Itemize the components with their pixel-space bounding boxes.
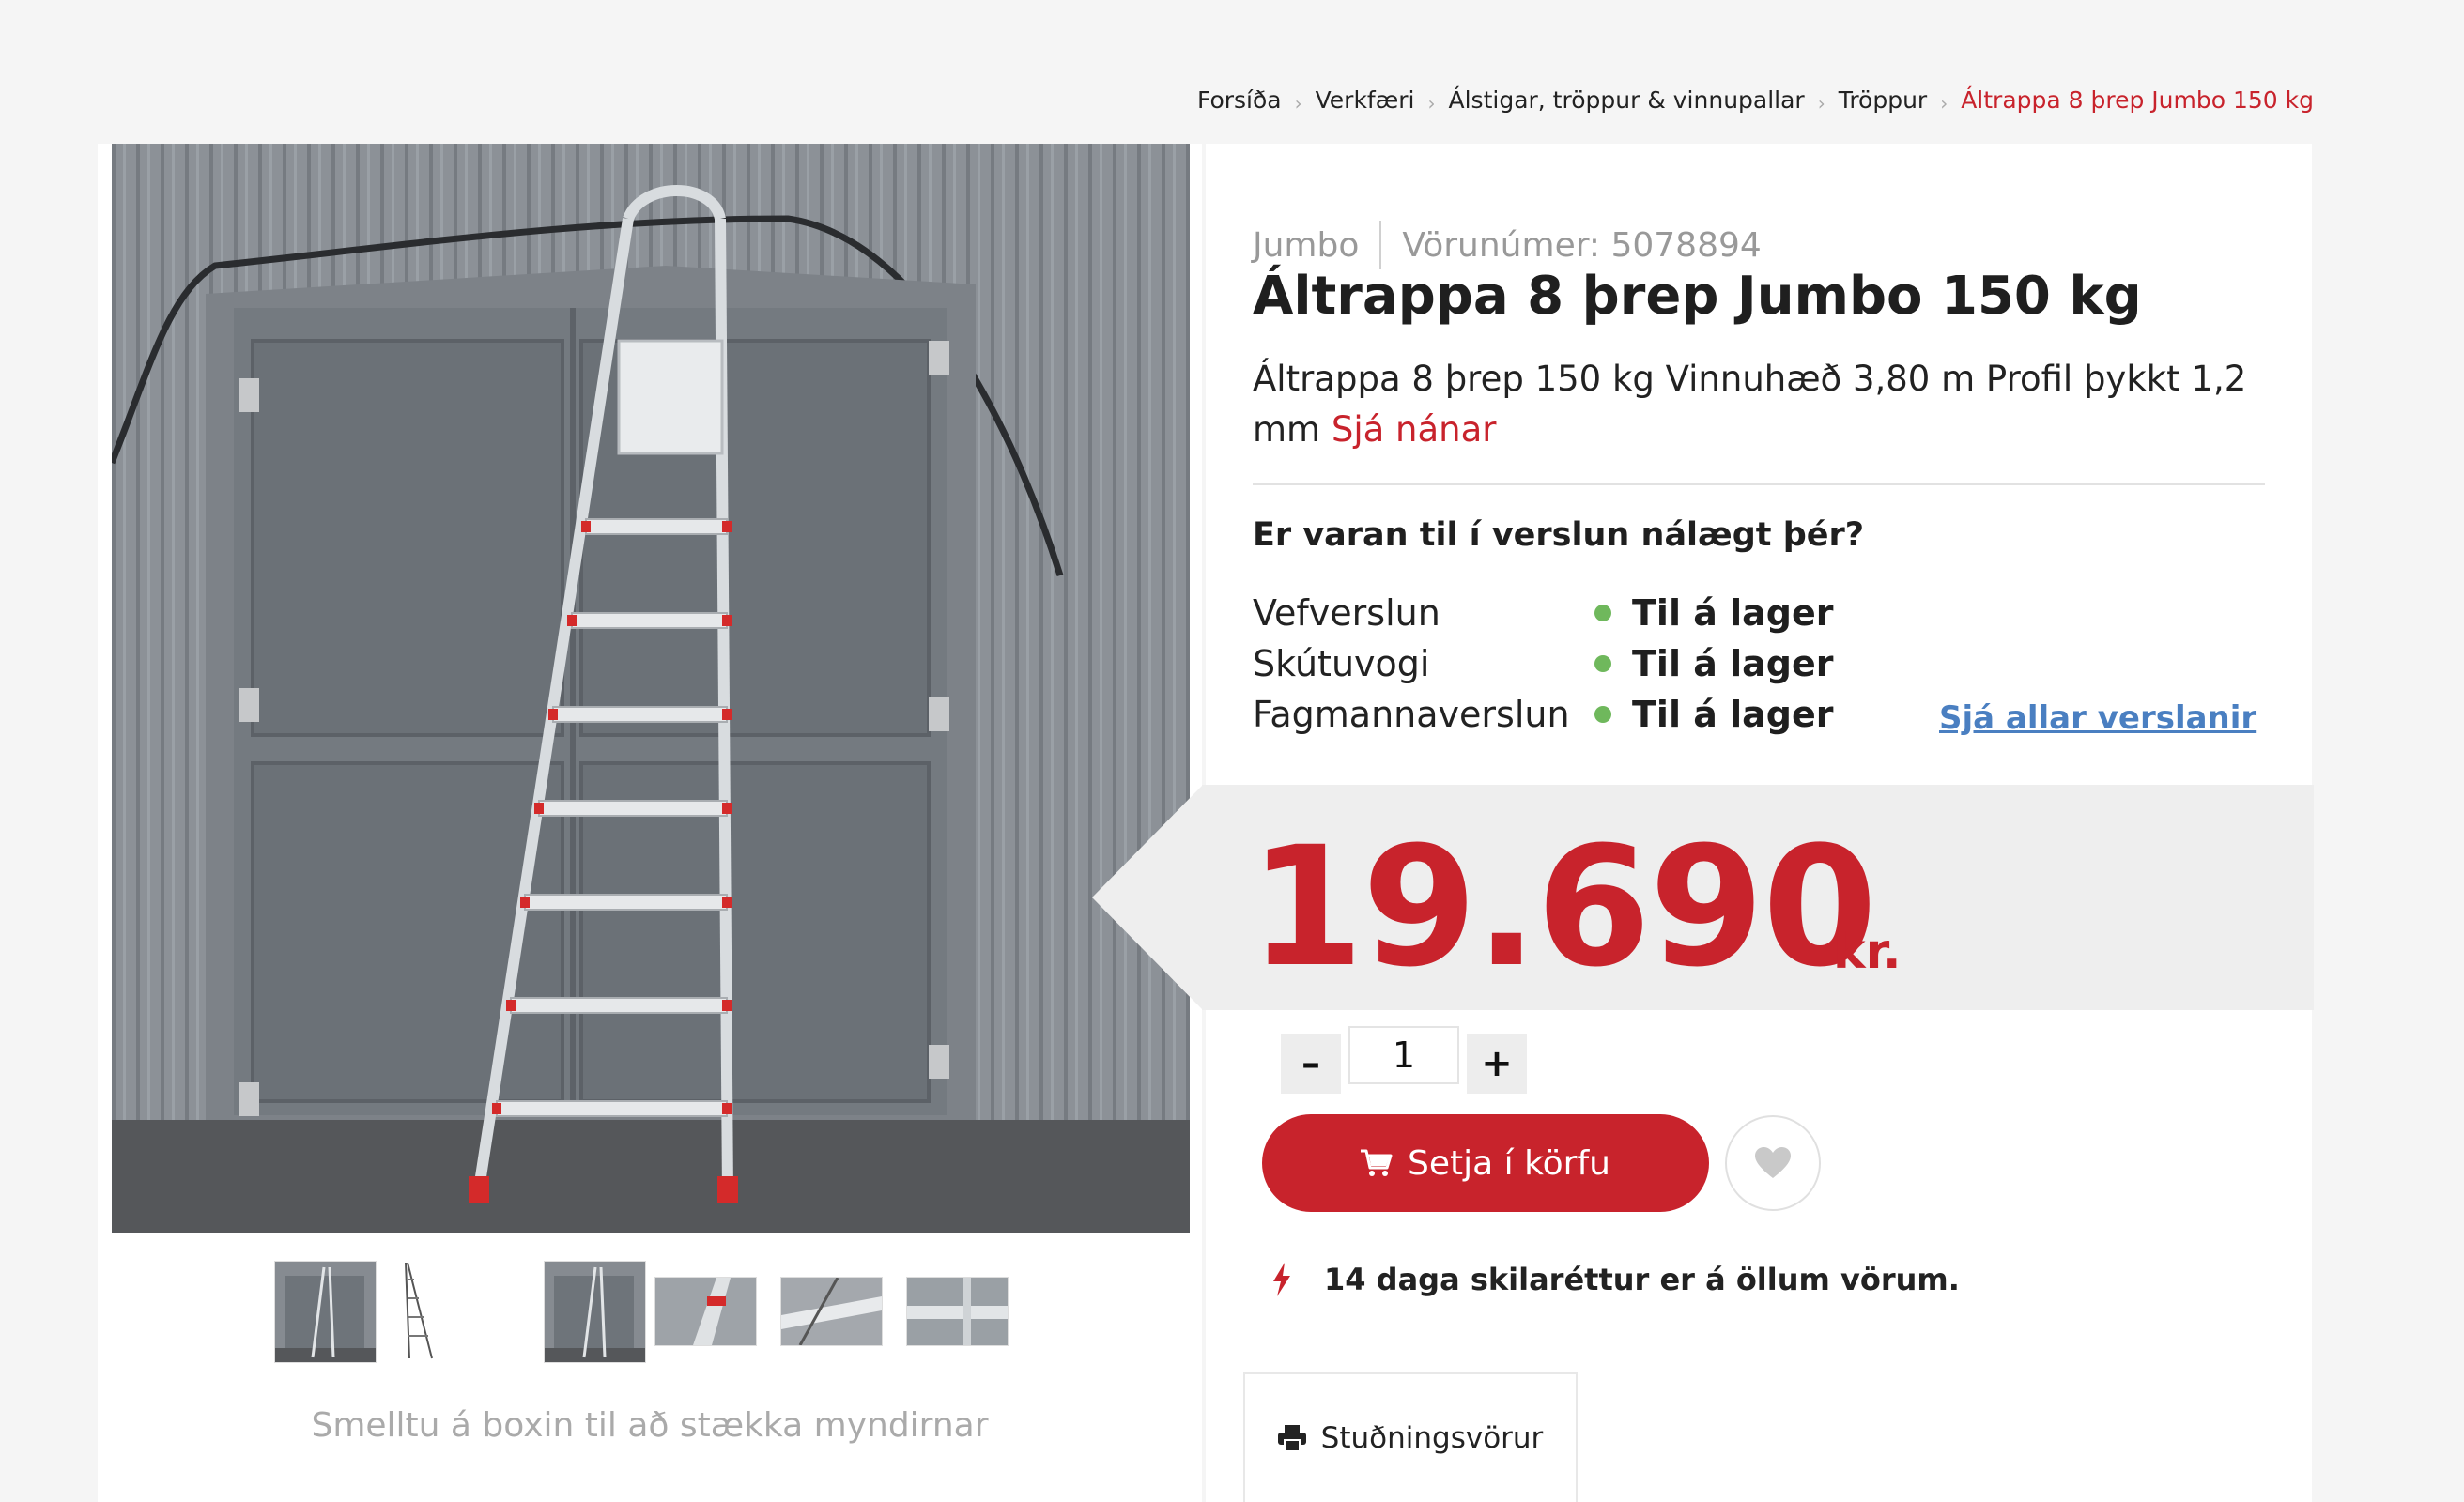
see-more-link[interactable]: Sjá nánar	[1332, 409, 1497, 450]
price-arrow	[1092, 785, 1203, 1010]
availability-question: Er varan til í verslun nálægt þér?	[1253, 516, 1865, 554]
store-status-skutuvogi: Til á lager	[1594, 643, 1834, 684]
product-title: Áltrappa 8 þrep Jumbo 150 kg	[1253, 266, 2142, 327]
thumbnail-image	[655, 1278, 756, 1345]
brand-row: Jumbo Vörunúmer: 5078894	[1253, 221, 1762, 269]
store-status-text: Til á lager	[1632, 592, 1834, 634]
main-product-image[interactable]	[112, 144, 1190, 1233]
store-name-skutuvogi: Skútuvogi	[1253, 643, 1430, 684]
thumbnail-6[interactable]	[906, 1277, 1009, 1346]
in-stock-dot-icon	[1594, 605, 1611, 621]
breadcrumb-home[interactable]: Forsíða	[1197, 86, 1282, 114]
in-stock-dot-icon	[1594, 655, 1611, 672]
quantity-increase-button[interactable]: +	[1467, 1034, 1527, 1094]
price-currency: kr.	[1833, 924, 1902, 980]
gallery-hint: Smelltu á boxin til að stækka myndirnar	[311, 1406, 989, 1445]
breadcrumb-tools[interactable]: Verkfæri	[1316, 86, 1415, 114]
thumbnail-2[interactable]	[398, 1261, 499, 1361]
ladder-photo	[112, 144, 1190, 1233]
quantity-decrease-button[interactable]: –	[1281, 1034, 1341, 1094]
tab-support-products[interactable]: Stuðningsvörur	[1243, 1372, 1578, 1502]
brand-name[interactable]: Jumbo	[1253, 226, 1359, 265]
returns-note: 14 daga skilaréttur er á öllum vörum.	[1271, 1262, 1960, 1297]
brand-divider	[1379, 221, 1382, 269]
breadcrumb-separator-icon: ›	[1940, 91, 1948, 115]
thumbnail-1[interactable]	[274, 1261, 377, 1363]
thumbnail-5[interactable]	[780, 1277, 883, 1346]
store-name-web: Vefverslun	[1253, 592, 1440, 634]
breadcrumb-separator-icon: ›	[1427, 91, 1436, 115]
product-gallery: Smelltu á boxin til að stækka myndirnar	[98, 144, 1202, 1502]
printer-icon	[1277, 1425, 1306, 1451]
store-status-text: Til á lager	[1632, 643, 1834, 684]
breadcrumb-current: Áltrappa 8 þrep Jumbo 150 kg	[1961, 86, 2314, 114]
cart-icon	[1361, 1149, 1393, 1176]
lightning-icon	[1273, 1263, 1290, 1296]
store-name-fagmann: Fagmannaverslun	[1253, 694, 1570, 735]
product-description: Áltrappa 8 þrep 150 kg Vinnuhæð 3,80 m P…	[1253, 354, 2248, 455]
breadcrumb-separator-icon: ›	[1817, 91, 1825, 115]
sku-label: Vörunúmer: 5078894	[1402, 225, 1762, 265]
thumbnail-image	[405, 1262, 433, 1359]
tab-label: Stuðningsvörur	[1320, 1421, 1544, 1455]
thumbnail-image	[275, 1262, 376, 1362]
all-stores-link[interactable]: Sjá allar verslanir	[1939, 699, 2256, 737]
heart-icon	[1755, 1147, 1791, 1178]
breadcrumb-ladders[interactable]: Álstigar, tröppur & vinnupallar	[1449, 86, 1805, 114]
breadcrumb: Forsíða › Verkfæri › Álstigar, tröppur &…	[1197, 86, 2314, 115]
store-status-web: Til á lager	[1594, 592, 1834, 634]
divider-line	[1253, 483, 2265, 485]
quantity-input[interactable]	[1348, 1026, 1459, 1084]
thumbnail-4[interactable]	[654, 1277, 757, 1346]
price-amount: 19.690	[1249, 811, 1877, 1004]
add-to-cart-label: Setja í körfu	[1408, 1143, 1610, 1183]
breadcrumb-steps[interactable]: Tröppur	[1839, 86, 1927, 114]
thumbnail-image	[907, 1278, 1008, 1345]
add-to-cart-button[interactable]: Setja í körfu	[1262, 1114, 1709, 1212]
in-stock-dot-icon	[1594, 706, 1611, 723]
thumbnail-3[interactable]	[544, 1261, 646, 1363]
store-status-text: Til á lager	[1632, 694, 1834, 735]
breadcrumb-separator-icon: ›	[1294, 91, 1302, 115]
store-status-fagmann: Til á lager	[1594, 694, 1834, 735]
thumbnail-image	[545, 1262, 645, 1362]
thumbnail-image	[781, 1278, 882, 1345]
wishlist-button[interactable]	[1725, 1115, 1821, 1211]
returns-note-text: 14 daga skilaréttur er á öllum vörum.	[1324, 1262, 1960, 1297]
